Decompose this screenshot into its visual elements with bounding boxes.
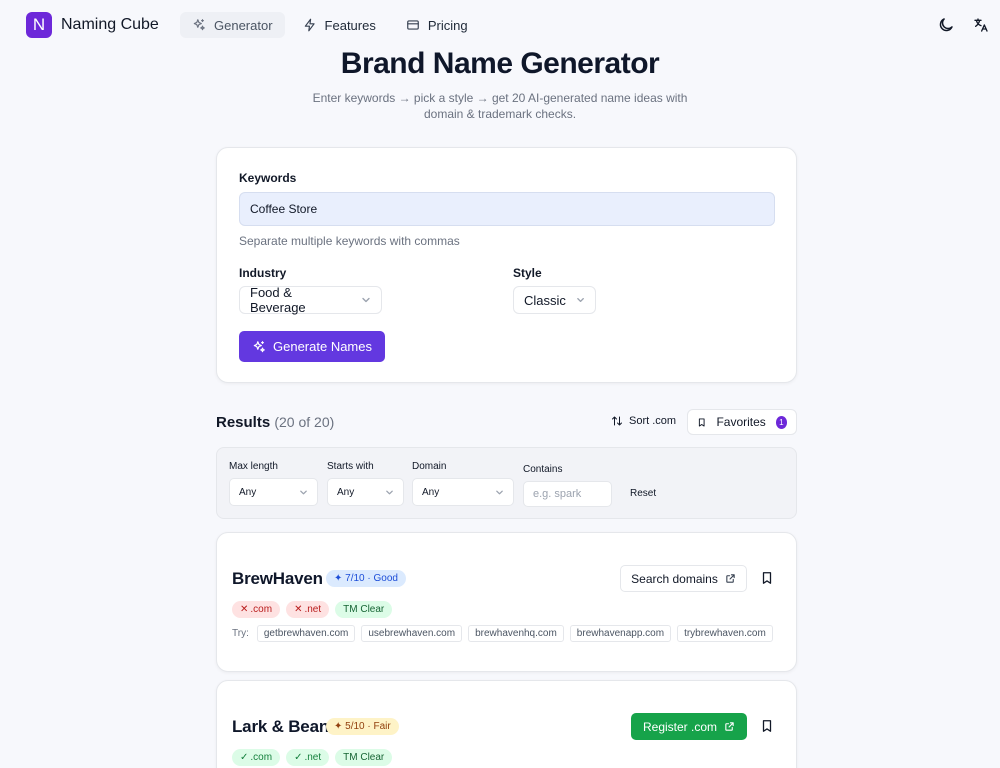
nav-generator-label: Generator [214,17,273,33]
suggestion-item[interactable]: brewhavenapp.com [569,625,672,642]
result-card: Lark & Bean ✦ 5/10 · Fair ✓ .com ✓ .net TM… [216,680,797,768]
sort-com-button[interactable]: Sort .com [611,415,676,427]
main-nav: Generator Features Pricing [180,12,480,38]
bolt-icon [304,18,315,32]
register-com-label: Register .com [642,719,718,734]
industry-select[interactable]: Food & Beverage [239,285,382,315]
domain-value: Any [422,486,440,498]
contains-input[interactable] [523,481,612,507]
availability-chips: ✓ .com ✓ .net TM Clear [232,749,393,766]
chip-label: .net [304,604,322,615]
style-label: Style [513,266,542,280]
page-subtitle: Enter keywords → pick a style → get 20 A… [312,91,688,121]
chip-label: .com [250,604,273,615]
chevron-down-icon [362,297,370,303]
brand-name[interactable]: Naming Cube [61,16,159,34]
max-length-label: Max length [229,461,278,472]
keywords-help: Separate multiple keywords with commas [239,234,460,248]
net-status-chip: ✓ .net [286,749,330,766]
generate-names-label: Generate Names [273,339,372,354]
score-badge: ✦ 7/10 · Good [326,570,406,587]
chip-label: TM Clear [343,604,385,615]
keywords-input[interactable] [239,192,775,226]
register-com-button[interactable]: Register .com [631,713,747,740]
nav-pricing[interactable]: Pricing [394,12,480,38]
result-card: BrewHaven ✦ 7/10 · Good ✕ .com ✕ .net TM C… [216,532,797,672]
results-count: (20 of 20) [274,414,335,430]
chip-label: TM Clear [343,752,385,763]
top-header: N Naming Cube Generator Features Pricing [0,0,1000,50]
domain-select[interactable]: Any [412,478,514,506]
contains-label: Contains [523,464,563,475]
max-length-value: Any [239,486,257,498]
logo[interactable]: N [26,12,52,38]
result-name: Lark & Bean [232,717,330,736]
starts-with-value: Any [337,486,355,498]
nav-features[interactable]: Features [291,12,388,38]
card-icon [407,20,419,30]
bookmark-icon[interactable] [760,719,774,733]
chip-label: .com [250,752,273,763]
chevron-down-icon [577,297,584,303]
suggestion-item[interactable]: brewhavenhq.com [468,625,564,642]
search-domains-label: Search domains [631,571,718,586]
nav-generator[interactable]: Generator [180,12,285,38]
com-status-chip: ✕ .com [232,601,281,618]
x-icon: ✕ [240,604,249,615]
style-value: Classic [524,292,566,308]
bookmark-icon[interactable] [760,571,774,585]
nav-pricing-label: Pricing [427,17,468,33]
theme-toggle[interactable] [936,15,956,35]
favorites-label: Favorites [716,415,766,429]
availability-chips: ✕ .com ✕ .net TM Clear [232,601,393,618]
keywords-label: Keywords [239,171,297,185]
moon-icon [939,18,953,32]
starts-with-label: Starts with [327,461,374,472]
suggestion-item[interactable]: getbrewhaven.com [256,625,356,642]
domain-label: Domain [412,461,447,472]
sort-com-label: Sort .com [629,415,677,427]
com-status-chip: ✓ .com [232,749,281,766]
x-icon: ✕ [294,604,303,615]
reset-filters-button[interactable]: Reset [630,488,656,499]
chevron-down-icon [300,490,307,494]
page-title: Brand Name Generator [340,47,660,80]
try-label: Try: [232,628,249,639]
net-status-chip: ✕ .net [286,601,330,618]
translate-icon [974,18,988,32]
industry-label: Industry [239,266,287,280]
domain-suggestions: Try: getbrewhaven.com usebrewhaven.com b… [232,625,773,642]
suggestion-item[interactable]: usebrewhaven.com [361,625,463,642]
check-icon: ✓ [294,752,303,763]
language-toggle[interactable] [971,15,991,35]
results-title-text: Results [216,414,271,431]
sparkles-icon [253,340,265,352]
sparkles-icon [193,19,205,31]
bookmark-icon [698,417,705,427]
generator-form: Keywords Separate multiple keywords with… [216,147,797,383]
external-link-icon [725,722,734,731]
check-icon: ✓ [240,752,249,763]
generate-names-button[interactable]: Generate Names [239,331,385,362]
starts-with-select[interactable]: Any [327,478,404,506]
search-domains-button[interactable]: Search domains [620,565,747,592]
tm-status-chip: TM Clear [335,601,393,618]
nav-features-label: Features [324,17,376,33]
tm-status-chip: TM Clear [335,749,393,766]
favorites-count-badge: 1 [775,415,787,429]
favorites-button[interactable]: Favorites 1 [687,409,797,435]
filter-panel: Max length Any Starts with Any Domain An… [216,447,797,519]
results-title: Results (20 of 20) [216,414,334,431]
industry-value: Food & Beverage [250,285,306,315]
chip-label: .net [304,752,322,763]
chevron-down-icon [496,490,503,494]
score-badge: ✦ 5/10 · Fair [326,718,399,735]
result-name: BrewHaven [232,569,323,588]
external-link-icon [726,574,735,583]
sort-arrows-icon [612,416,622,426]
chevron-down-icon [386,490,393,494]
max-length-select[interactable]: Any [229,478,318,506]
suggestion-item[interactable]: trybrewhaven.com [677,625,773,642]
style-select[interactable]: Classic [513,286,596,314]
